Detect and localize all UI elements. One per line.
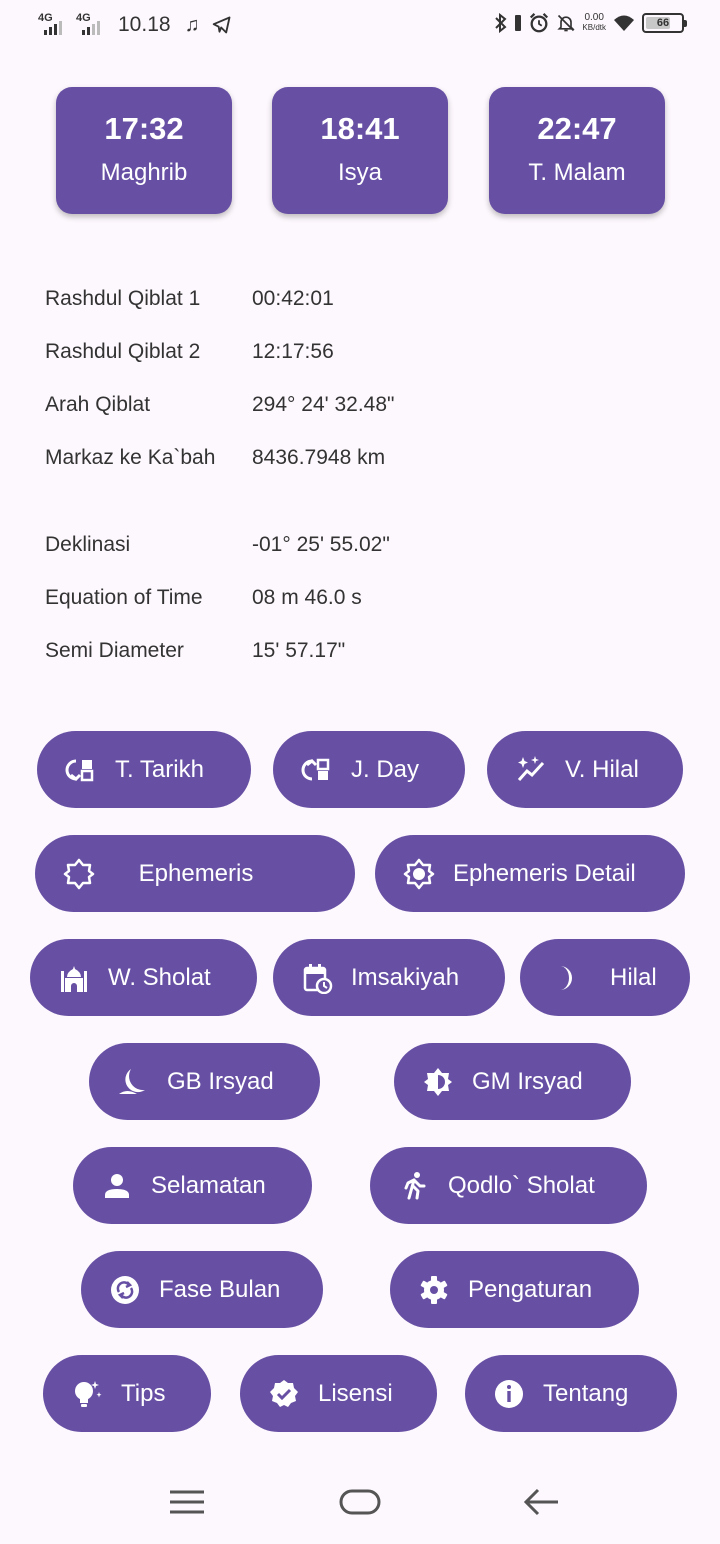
speed-unit: KB/dtk xyxy=(582,23,606,32)
prayer-name: Maghrib xyxy=(100,159,188,186)
button-label: Fase Bulan xyxy=(159,1275,281,1303)
convert-icon xyxy=(65,759,94,781)
gear-icon xyxy=(420,1275,448,1304)
t-tarikh-button[interactable]: T. Tarikh xyxy=(37,731,251,808)
pengaturan-button[interactable]: Pengaturan xyxy=(390,1251,639,1328)
j-day-button[interactable]: J. Day xyxy=(273,731,465,808)
menu-icon[interactable] xyxy=(168,1480,206,1524)
button-label: T. Tarikh xyxy=(115,755,204,783)
button-label: J. Day xyxy=(351,755,420,783)
prayer-name: T. Malam xyxy=(528,159,626,186)
selamatan-button[interactable]: Selamatan xyxy=(73,1147,312,1224)
person-icon xyxy=(105,1173,129,1198)
lisensi-button[interactable]: Lisensi xyxy=(240,1355,437,1432)
qodlo-sholat-button[interactable]: Qodlo` Sholat xyxy=(370,1147,647,1224)
hilal-button[interactable]: Hilal xyxy=(520,939,690,1016)
prayer-card-t-malam[interactable]: 22:47 T. Malam xyxy=(489,87,665,214)
convert-icon xyxy=(301,758,330,780)
button-label: W. Sholat xyxy=(108,963,211,991)
button-label: Qodlo` Sholat xyxy=(448,1171,595,1199)
gb-irsyad-button[interactable]: GB Irsyad xyxy=(89,1043,320,1120)
prayer-name: Isya xyxy=(337,159,382,186)
calendar-clock-icon xyxy=(303,963,333,994)
button-label: Lisensi xyxy=(318,1379,393,1407)
network-speed: 0.00 KB/dtk xyxy=(582,13,606,33)
imsakiyah-button[interactable]: Imsakiyah xyxy=(273,939,505,1016)
info-label: Equation of Time xyxy=(45,586,203,609)
tentang-button[interactable]: Tentang xyxy=(465,1355,677,1432)
fase-bulan-button[interactable]: Fase Bulan xyxy=(81,1251,323,1328)
brightness-icon xyxy=(403,858,435,889)
wifi-icon xyxy=(614,15,634,31)
mosque-icon xyxy=(61,965,87,992)
prayer-card-maghrib[interactable]: 17:32 Maghrib xyxy=(56,87,232,214)
gm-irsyad-button[interactable]: GM Irsyad xyxy=(394,1043,631,1120)
system-nav-bar xyxy=(0,1460,720,1544)
prayer-time: 18:41 xyxy=(320,111,400,146)
button-label: GB Irsyad xyxy=(167,1067,274,1095)
alarm-icon xyxy=(530,13,549,33)
info-label: Semi Diameter xyxy=(45,639,184,662)
info-label: Markaz ke Ka`bah xyxy=(45,446,216,469)
home-icon[interactable] xyxy=(338,1480,382,1524)
running-icon xyxy=(404,1171,426,1199)
telegram-icon xyxy=(212,16,230,34)
info-value: 15' 57.17" xyxy=(252,639,346,662)
info-value: 00:42:01 xyxy=(252,287,334,310)
cell-signal-2-icon: 4G xyxy=(76,12,108,38)
button-label: Hilal xyxy=(610,963,657,991)
info-value: -01° 25' 55.02" xyxy=(252,533,390,556)
prayer-card-isya[interactable]: 18:41 Isya xyxy=(272,87,448,214)
button-label: V. Hilal xyxy=(565,755,639,783)
status-time: 10.18 xyxy=(118,13,171,36)
verified-icon xyxy=(270,1379,298,1407)
bluetooth-icon xyxy=(495,13,507,33)
info-value: 12:17:56 xyxy=(252,340,334,363)
back-icon[interactable] xyxy=(522,1480,562,1524)
status-bar: 4G 4G 10.18 ♫ 0.00 KB/dtk 66 xyxy=(0,0,720,56)
v-hilal-button[interactable]: V. Hilal xyxy=(487,731,683,808)
night-icon xyxy=(119,1068,145,1094)
lightbulb-icon xyxy=(75,1380,102,1407)
prayer-time: 22:47 xyxy=(537,111,617,146)
vibrate-icon xyxy=(515,15,522,31)
info-value: 8436.7948 km xyxy=(252,446,386,469)
info-label: Arah Qiblat xyxy=(45,393,151,416)
info-label: Deklinasi xyxy=(45,533,131,556)
sparkle-chart-icon xyxy=(517,755,545,781)
sync-icon xyxy=(111,1275,139,1304)
button-label: Imsakiyah xyxy=(351,963,460,991)
prayer-time: 17:32 xyxy=(104,111,184,146)
cell-signal-1-icon: 4G xyxy=(38,12,70,38)
ephemeris-button[interactable]: Ephemeris xyxy=(35,835,355,912)
info-label: Rashdul Qiblat 2 xyxy=(45,340,201,363)
w-sholat-button[interactable]: W. Sholat xyxy=(30,939,257,1016)
info-label: Rashdul Qiblat 1 xyxy=(45,287,201,310)
battery-level: 66 xyxy=(656,17,670,29)
tips-button[interactable]: Tips xyxy=(43,1355,211,1432)
speed-value: 0.00 xyxy=(584,12,604,23)
crescent-moon-icon xyxy=(560,965,572,990)
battery-icon: 66 xyxy=(642,13,687,33)
button-label: Selamatan xyxy=(151,1171,266,1199)
button-label: Pengaturan xyxy=(468,1275,593,1303)
button-label: Tips xyxy=(121,1379,166,1407)
info-icon xyxy=(495,1379,523,1408)
music-note-icon: ♫ xyxy=(184,13,200,36)
ephemeris-detail-button[interactable]: Ephemeris Detail xyxy=(375,835,685,912)
button-label: Ephemeris Detail xyxy=(453,859,636,887)
button-label: Ephemeris xyxy=(138,859,254,887)
button-label: GM Irsyad xyxy=(472,1067,583,1095)
info-value: 08 m 46.0 s xyxy=(252,586,362,609)
sun-outline-icon xyxy=(63,858,95,889)
brightness-half-icon xyxy=(424,1067,452,1096)
notifications-off-icon xyxy=(557,14,576,32)
info-value: 294° 24' 32.48" xyxy=(252,393,395,416)
button-label: Tentang xyxy=(543,1379,629,1407)
